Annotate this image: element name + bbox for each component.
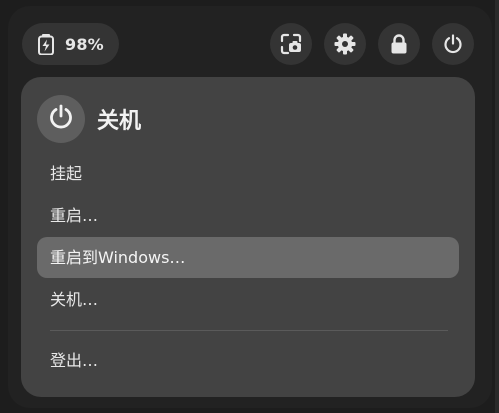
battery-status[interactable]: 98% [22, 23, 119, 65]
background-window-edge [0, 150, 6, 200]
gear-icon [334, 33, 356, 55]
power-icon [443, 34, 463, 54]
background-window-edge-right [495, 0, 499, 413]
desktop-screen: 98% 关机 挂起 重启… 重启到Windows… 关机… 登出… [0, 0, 499, 413]
menu-item-suspend[interactable]: 挂起 [37, 153, 459, 194]
lock-button[interactable] [378, 23, 420, 65]
screenshot-icon [280, 33, 302, 55]
power-menu-title: 关机 [97, 109, 142, 134]
menu-separator [50, 330, 448, 331]
menu-item-restart-windows[interactable]: 重启到Windows… [37, 237, 459, 278]
power-menu: 关机 挂起 重启… 重启到Windows… 关机… 登出… [21, 77, 475, 397]
menu-item-power-off[interactable]: 关机… [37, 279, 459, 320]
menu-item-logout[interactable]: 登出… [37, 340, 459, 381]
power-button[interactable] [432, 23, 474, 65]
power-menu-header: 关机 [37, 95, 141, 143]
power-menu-icon-circle [37, 95, 85, 143]
menu-item-restart[interactable]: 重启… [37, 195, 459, 236]
screenshot-button[interactable] [270, 23, 312, 65]
battery-percentage: 98% [65, 34, 104, 54]
lock-icon [390, 34, 408, 54]
power-icon [48, 104, 74, 134]
battery-charging-icon [36, 33, 56, 55]
settings-button[interactable] [324, 23, 366, 65]
